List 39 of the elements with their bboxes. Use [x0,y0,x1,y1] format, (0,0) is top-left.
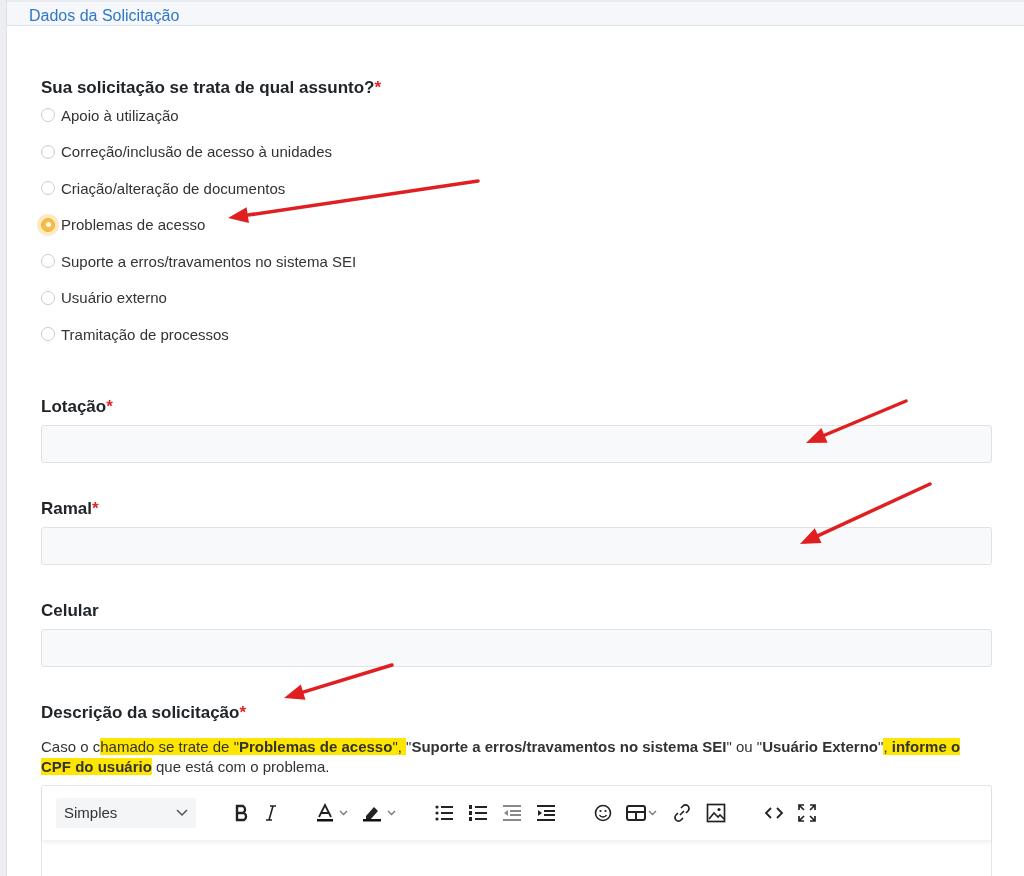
link-icon[interactable] [672,802,692,823]
radio-button[interactable] [41,144,55,159]
field-label: Descrição da solicitação* [41,702,248,723]
indent-icon[interactable] [536,803,556,822]
radio-button[interactable] [41,254,55,269]
radio-button[interactable] [41,290,55,305]
fullscreen-icon[interactable] [798,803,816,822]
help-text: Caso o chamado se trate de "Problemas de acesso", "Suporte a erros/travamentos no sistema SEI" ou "Usuário Externo", informe o CPF do usuário que está com o problema. [41,736,962,777]
image-icon[interactable] [706,802,726,823]
format-dropdown[interactable]: Simples [56,797,196,828]
radio-button[interactable] [41,217,55,232]
outdent-icon[interactable] [502,803,522,822]
field-label: Celular [41,600,100,621]
radio-button[interactable] [41,327,55,342]
input-field[interactable] [41,424,992,463]
radio-option[interactable]: Suporte a erros/travamentos no sistema SEI [41,243,992,280]
bold-icon[interactable] [234,803,250,822]
input-field[interactable] [41,628,992,667]
question-label: Sua solicitação se trata de qual assunto?* [41,78,383,98]
emoji-icon[interactable] [594,803,612,822]
radio-option[interactable]: Apoio à utilização [41,97,992,134]
radio-option[interactable]: Tramitação de processos [41,316,992,353]
radio-option[interactable]: Problemas de acesso [41,206,992,243]
chevron-icon [176,808,188,817]
text-color-icon[interactable] [316,802,348,823]
radio-option[interactable]: Correção/inclusão de acesso à unidades [41,133,992,170]
input-field[interactable] [41,526,992,565]
numbered-list-icon[interactable] [468,803,488,822]
italic-icon[interactable] [264,803,278,822]
radio-button[interactable] [41,108,55,123]
bulleted-list-icon[interactable] [434,803,454,822]
radio-option[interactable]: Usuário externo [41,279,992,316]
section-title: Dados da Solicitação [29,7,180,24]
code-icon[interactable] [764,805,784,820]
table-icon[interactable] [626,803,658,822]
field-label: Lotação* [41,396,114,417]
radio-button[interactable] [41,181,55,196]
radio-option[interactable]: Criação/alteração de documentos [41,170,992,207]
field-label: Ramal* [41,498,100,519]
